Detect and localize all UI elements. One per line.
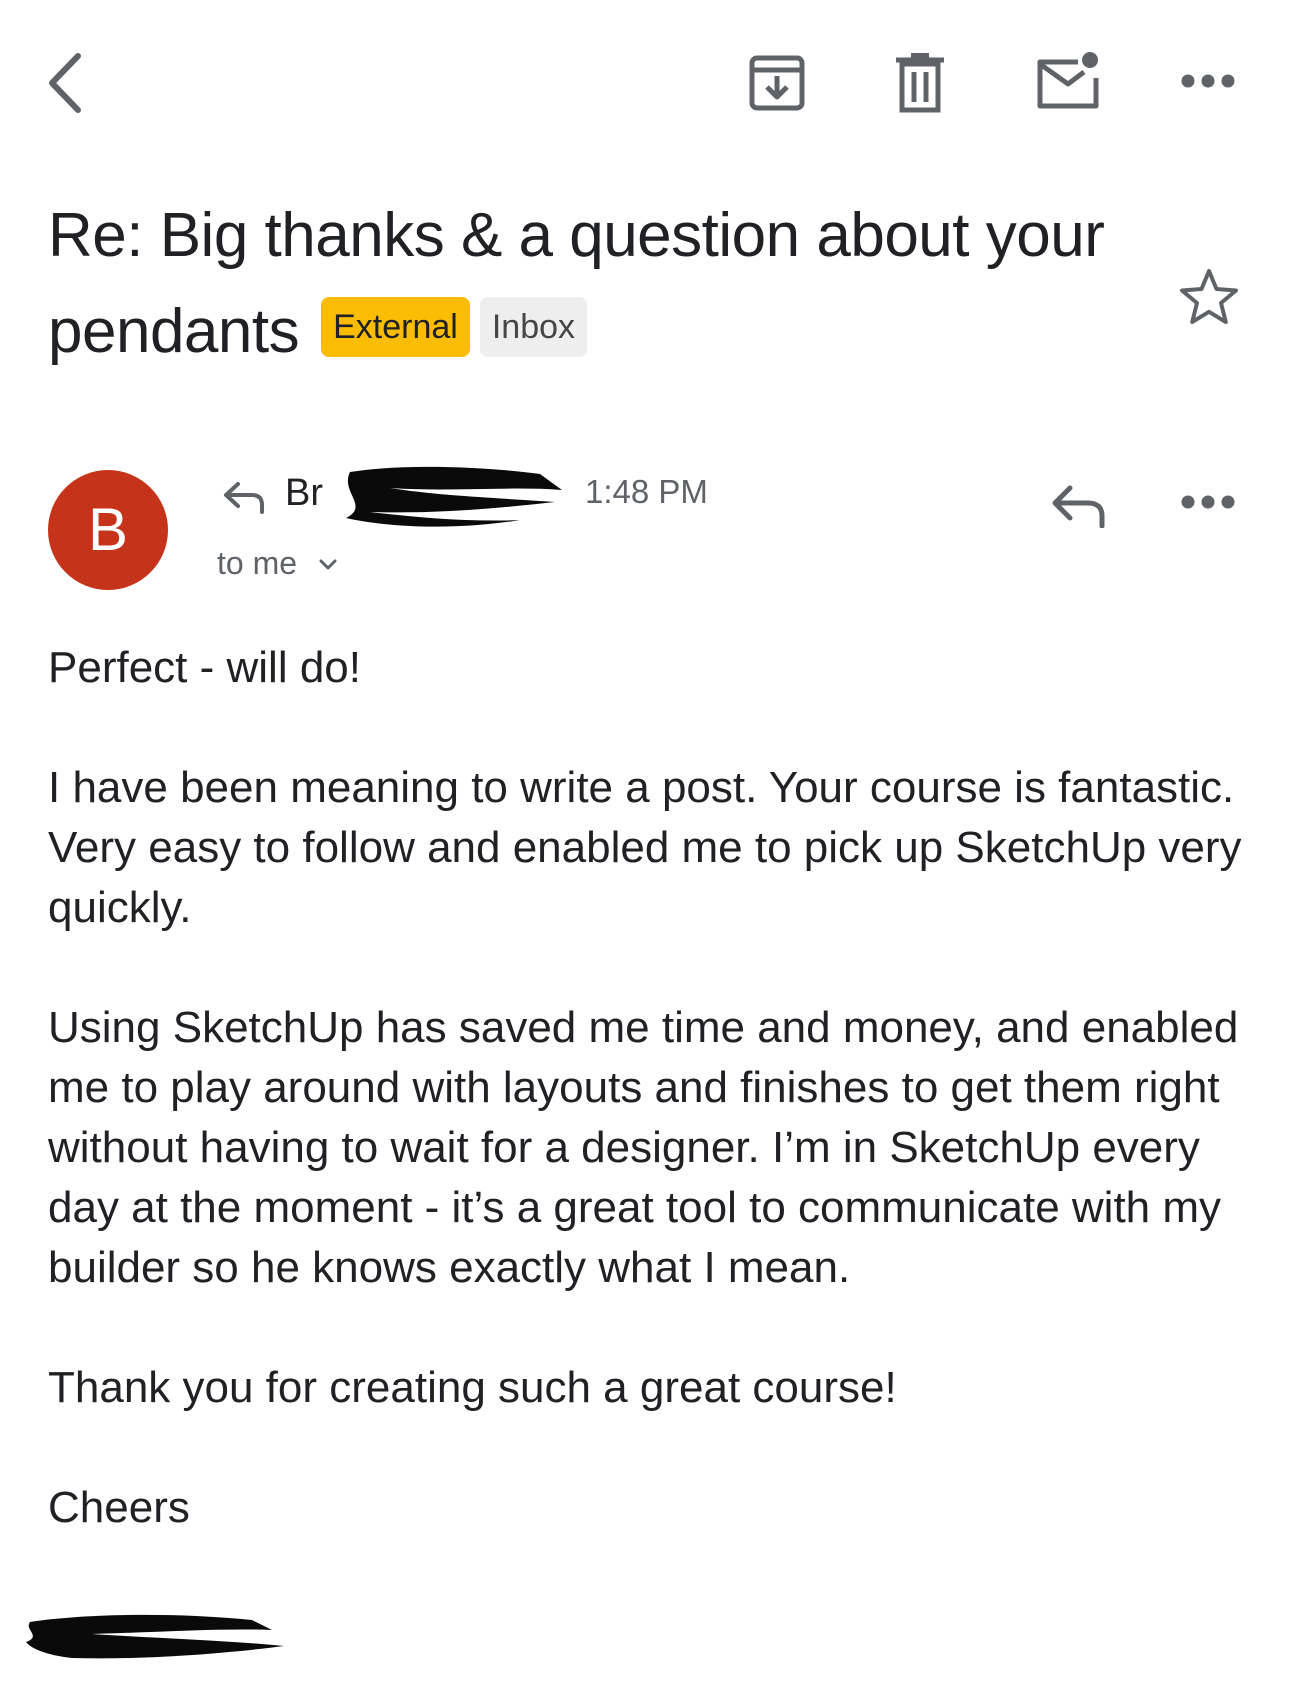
archive-icon	[749, 55, 805, 111]
sender-name-redaction	[330, 462, 570, 537]
inbox-label[interactable]: Inbox	[479, 297, 588, 357]
mark-unread-button[interactable]	[1034, 50, 1102, 112]
body-paragraph: Thank you for creating such a great cour…	[48, 1363, 897, 1412]
email-subject: Re: Big thanks & a question about your p…	[48, 188, 1158, 380]
sender-avatar[interactable]: B	[48, 470, 168, 590]
sender-name[interactable]: Br	[285, 472, 323, 515]
message-more-button[interactable]	[1180, 493, 1236, 511]
chevron-down-icon	[319, 559, 337, 570]
chevron-left-icon	[49, 53, 81, 113]
mark-unread-icon	[1037, 52, 1099, 109]
back-button[interactable]	[40, 50, 90, 116]
reply-button[interactable]	[1050, 482, 1108, 528]
recipient-text: to me	[217, 545, 298, 581]
archive-button[interactable]	[748, 54, 806, 112]
body-paragraph: Perfect - will do!	[48, 643, 361, 692]
more-horizontal-icon	[1181, 495, 1235, 509]
star-button[interactable]	[1178, 267, 1240, 327]
star-icon	[1180, 269, 1238, 324]
replied-indicator-icon	[222, 480, 266, 514]
body-paragraph: Using SketchUp has saved me time and mon…	[48, 1003, 1239, 1292]
more-horizontal-icon	[1181, 74, 1235, 88]
email-time: 1:48 PM	[585, 473, 708, 510]
trash-icon	[896, 53, 944, 113]
more-options-button[interactable]	[1180, 72, 1236, 90]
external-label[interactable]: External	[321, 297, 470, 357]
delete-button[interactable]	[894, 52, 946, 114]
recipient-details[interactable]: to me	[217, 545, 338, 582]
signature-redaction	[22, 1610, 292, 1675]
email-body: Perfect - will do! I have been meaning t…	[48, 638, 1248, 1538]
reply-icon	[1052, 485, 1105, 528]
sign-off: Cheers	[48, 1483, 190, 1532]
body-paragraph: I have been meaning to write a post. You…	[48, 763, 1242, 932]
